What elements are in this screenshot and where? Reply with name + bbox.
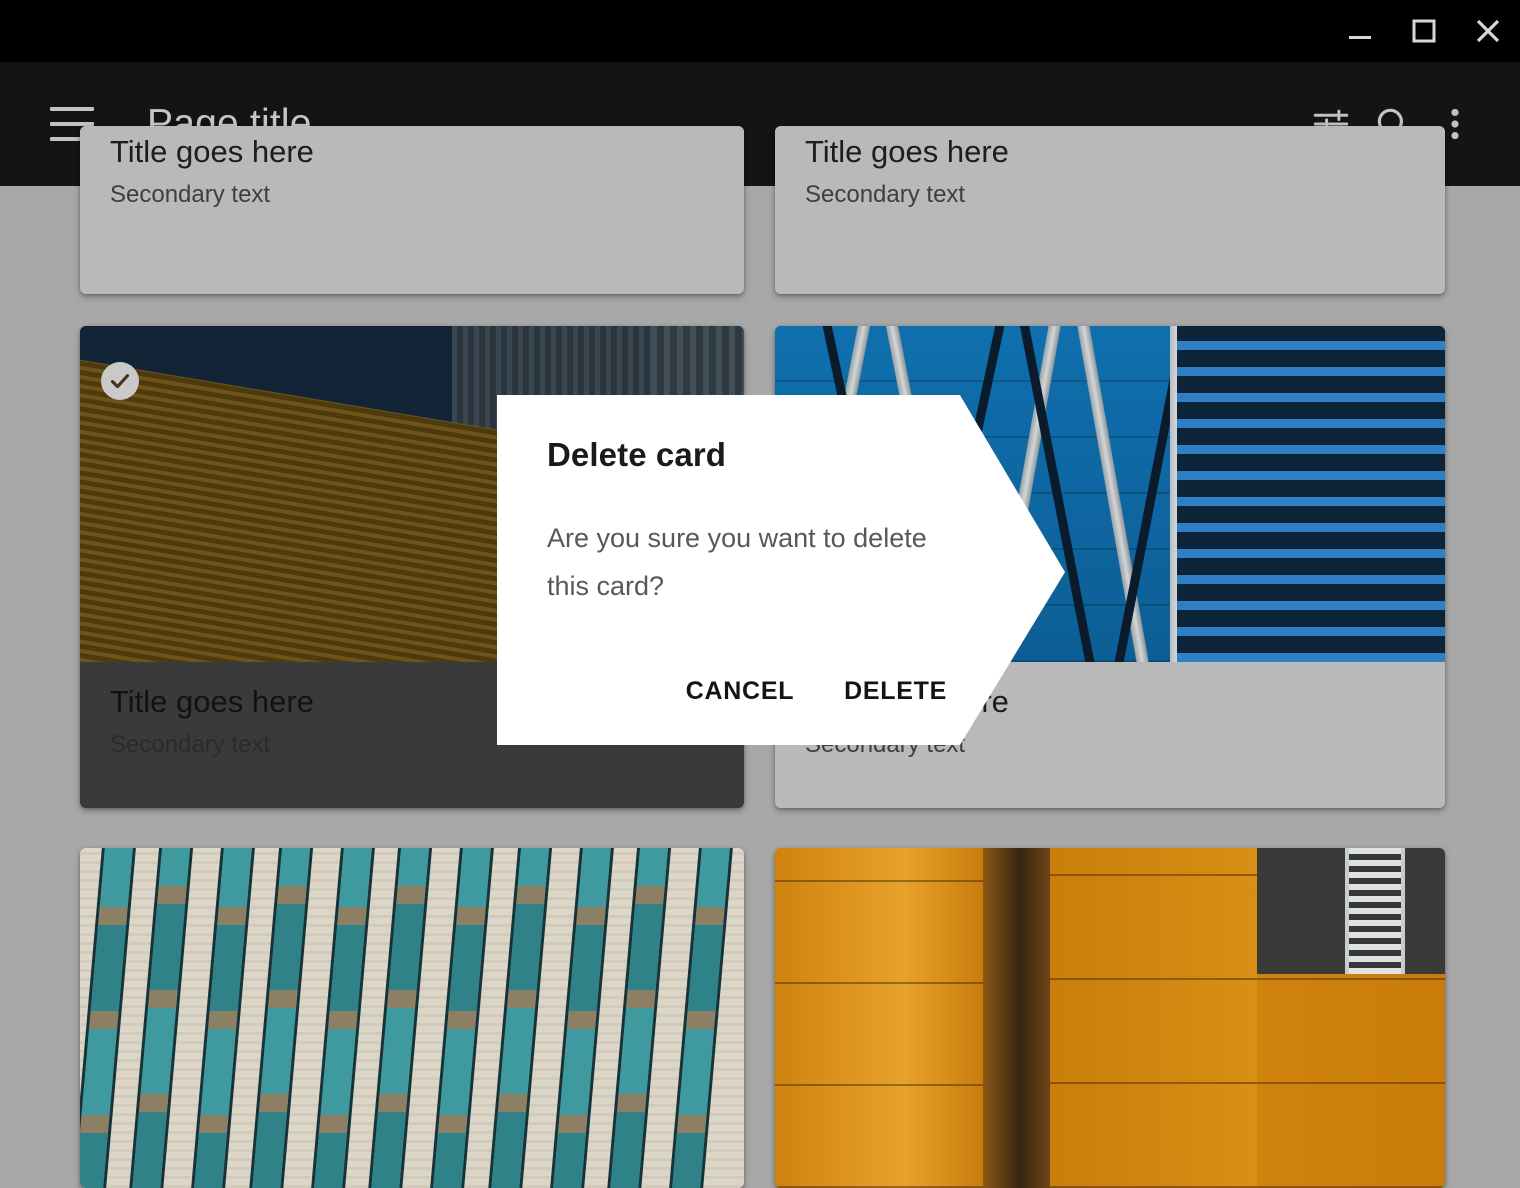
dialog-message: Are you sure you want to delete this car… (547, 523, 927, 601)
delete-card-dialog: Delete card Are you sure you want to del… (497, 395, 1065, 745)
maximize-icon (1412, 19, 1436, 43)
checkmark-icon (110, 374, 130, 389)
maximize-button[interactable] (1392, 0, 1456, 62)
dialog-title: Delete card (547, 436, 727, 473)
card-secondary-text: Secondary text (110, 181, 271, 208)
card-body: Title goes here Secondary text (80, 126, 744, 294)
selection-check-badge[interactable] (101, 362, 139, 400)
close-button[interactable] (1456, 0, 1520, 62)
delete-button[interactable]: DELETE (826, 667, 965, 716)
close-icon (1476, 19, 1500, 43)
menu-bar-1 (50, 107, 94, 111)
card-6[interactable] (775, 848, 1445, 1188)
minimize-button[interactable] (1328, 0, 1392, 62)
card-secondary-text: Secondary text (805, 181, 966, 208)
card-title: Title goes here (110, 134, 314, 169)
card-2[interactable]: Title goes here Secondary text (775, 126, 1445, 294)
card-5[interactable] (80, 848, 744, 1188)
dialog-actions: CANCEL DELETE (497, 667, 965, 716)
card-media (80, 848, 744, 1188)
card-body: Title goes here Secondary text (775, 126, 1445, 294)
card-media (775, 848, 1445, 1188)
orange-panel-facade-image (775, 848, 1445, 1188)
window-title-bar (0, 0, 1520, 62)
card-title: Title goes here (805, 134, 1009, 169)
card-1[interactable]: Title goes here Secondary text (80, 126, 744, 294)
cancel-button[interactable]: CANCEL (668, 667, 812, 716)
teal-glass-zigzag-facade-image (80, 848, 744, 1188)
dialog-content: Delete card Are you sure you want to del… (497, 395, 1065, 745)
minimize-icon (1349, 36, 1371, 39)
